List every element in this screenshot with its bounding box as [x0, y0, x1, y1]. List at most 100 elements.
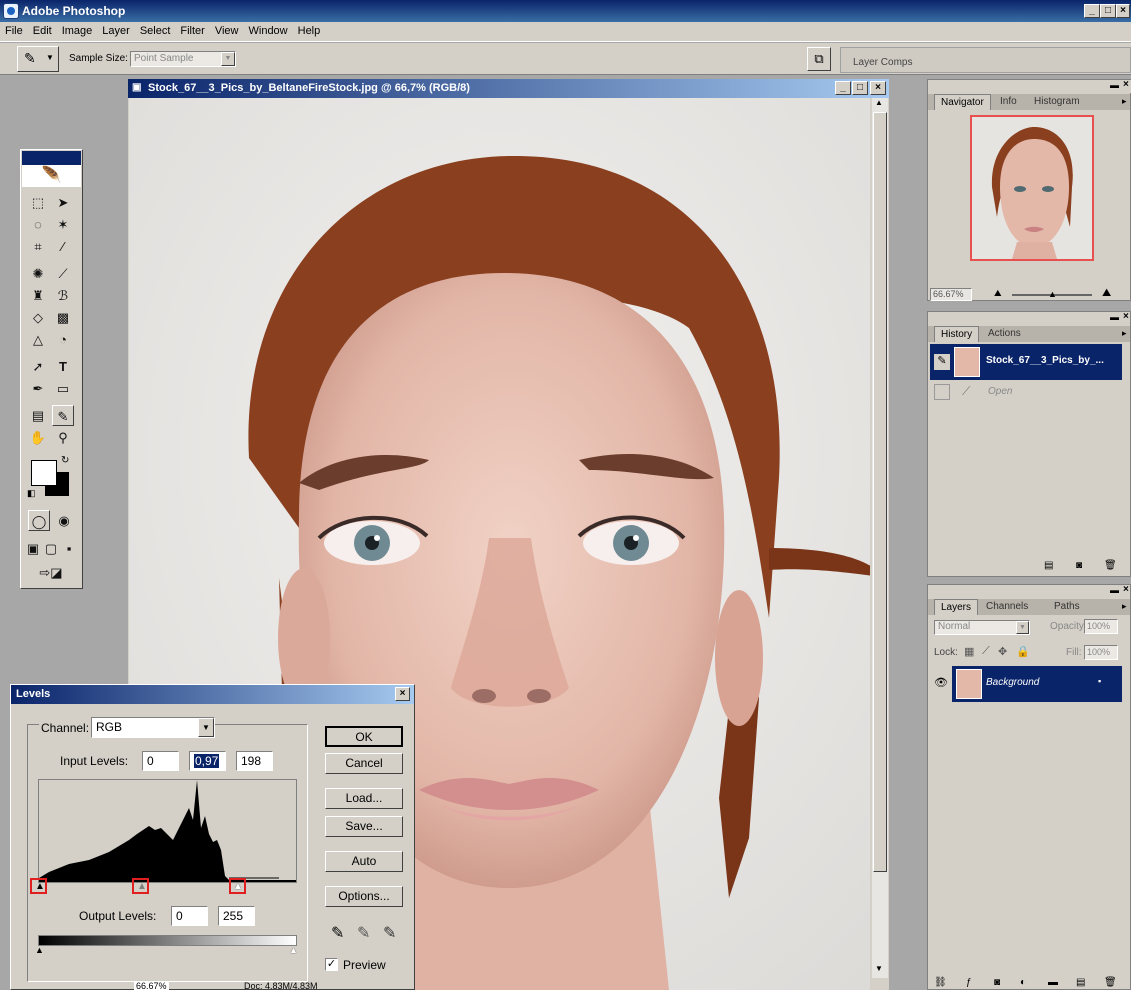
delete-layer-icon[interactable]: 🗑	[1104, 977, 1117, 988]
lasso-tool-icon[interactable]: ◌	[27, 214, 49, 235]
panel-title-bar[interactable]: ▬ ×	[928, 311, 1131, 325]
input-white-field[interactable]: 198	[236, 751, 273, 771]
scroll-thumb[interactable]	[873, 112, 887, 872]
panel-title-bar[interactable]: ▬ ×	[928, 584, 1131, 598]
history-brush-source-icon[interactable]: ✎	[934, 354, 950, 370]
menu-image[interactable]: Image	[57, 22, 98, 40]
crop-tool-icon[interactable]: ⌗	[27, 236, 49, 257]
input-gamma-field[interactable]: 0,97	[189, 751, 226, 771]
menu-edit[interactable]: Edit	[28, 22, 57, 40]
options-button[interactable]: Options...	[325, 886, 403, 907]
doc-minimize-button[interactable]: _	[835, 81, 851, 95]
load-button[interactable]: Load...	[325, 788, 403, 809]
marquee-tool-icon[interactable]: ⬚	[27, 192, 49, 213]
standard-screen-mode-icon[interactable]: ▣	[25, 538, 41, 559]
gradient-tool-icon[interactable]: ▩	[52, 307, 74, 328]
type-tool-icon[interactable]: T	[52, 356, 74, 377]
save-button[interactable]: Save...	[325, 816, 403, 837]
doc-maximize-button[interactable]: □	[852, 81, 868, 95]
adjustment-layer-icon[interactable]: ◐	[1020, 977, 1026, 988]
menu-select[interactable]: Select	[135, 22, 176, 40]
menu-file[interactable]: File	[0, 22, 28, 40]
zoom-out-icon[interactable]: ⛰	[994, 288, 1002, 299]
eye-icon[interactable]: 👁	[934, 676, 950, 692]
output-white-slider-icon[interactable]: ▲	[289, 945, 298, 955]
path-selection-tool-icon[interactable]: ➚	[27, 356, 49, 377]
restore-window-button[interactable]: □	[1100, 4, 1116, 18]
tab-paths[interactable]: Paths	[1048, 599, 1086, 615]
zoom-tool-icon[interactable]: ⚲	[52, 427, 74, 448]
minimize-icon[interactable]: ▬	[1110, 80, 1119, 90]
file-browser-icon[interactable]: ⧉	[807, 47, 831, 71]
move-tool-icon[interactable]: ➤	[52, 192, 74, 213]
feather-logo-icon[interactable]: 🪶	[22, 165, 81, 187]
fill-field[interactable]: 100%	[1084, 645, 1118, 660]
new-document-icon[interactable]: ▤	[1044, 560, 1053, 571]
close-icon[interactable]: ×	[1123, 79, 1129, 90]
minimize-icon[interactable]: ▬	[1110, 585, 1119, 595]
output-black-slider-icon[interactable]: ▲	[35, 945, 44, 955]
default-colors-icon[interactable]: ◧	[27, 488, 36, 499]
tab-histogram[interactable]: Histogram	[1028, 94, 1086, 110]
sample-size-select[interactable]: Point Sample ▼	[130, 51, 236, 67]
hand-tool-icon[interactable]: ✋	[27, 427, 49, 448]
toolbox-title-bar[interactable]	[22, 151, 81, 165]
eyedropper-tool-icon[interactable]: ✎	[52, 405, 74, 426]
zoom-in-icon[interactable]: ⛰	[1102, 287, 1111, 300]
rectangle-tool-icon[interactable]: ▭	[52, 378, 74, 399]
close-icon[interactable]: ×	[1123, 584, 1129, 595]
levels-close-button[interactable]: ×	[395, 687, 410, 701]
auto-button[interactable]: Auto	[325, 851, 403, 872]
tool-preset-picker[interactable]: ✎ ▼	[17, 46, 59, 72]
menu-window[interactable]: Window	[244, 22, 293, 40]
scroll-down-icon[interactable]: ▼	[875, 964, 883, 973]
slice-tool-icon[interactable]: ⁄	[52, 236, 74, 257]
lock-transparency-icon[interactable]: ▦	[964, 645, 974, 658]
new-group-icon[interactable]: ▬	[1048, 977, 1058, 988]
new-snapshot-icon[interactable]: ◙	[1076, 560, 1082, 571]
minimize-window-button[interactable]: _	[1084, 4, 1100, 18]
levels-title-bar[interactable]: Levels ×	[11, 685, 414, 704]
tab-actions[interactable]: Actions	[982, 326, 1027, 342]
full-screen-mode-icon[interactable]: ▪	[61, 538, 77, 559]
magic-wand-tool-icon[interactable]: ✶	[52, 214, 74, 235]
close-window-button[interactable]: ×	[1116, 4, 1130, 18]
white-eyedropper-icon[interactable]: ✎	[383, 923, 396, 943]
opacity-field[interactable]: 100%	[1084, 619, 1118, 634]
full-screen-menu-mode-icon[interactable]: ▢	[43, 538, 59, 559]
preview-checkbox[interactable]: ✓	[325, 958, 338, 971]
layer-style-icon[interactable]: ƒ	[966, 977, 972, 988]
menu-help[interactable]: Help	[293, 22, 326, 40]
document-vertical-scrollbar[interactable]: ▲ ▼	[872, 98, 888, 978]
trash-icon[interactable]: 🗑	[1104, 560, 1117, 571]
panel-menu-arrow-icon[interactable]: ▸	[1122, 96, 1127, 107]
menu-filter[interactable]: Filter	[175, 22, 209, 40]
layer-row[interactable]: 👁 Background ▪	[930, 666, 1122, 702]
history-snapshot-item[interactable]: ✎ Stock_67__3_Pics_by_...	[930, 344, 1122, 380]
history-brush-tool-icon[interactable]: ℬ	[52, 285, 74, 306]
gray-eyedropper-icon[interactable]: ✎	[357, 923, 370, 943]
cancel-button[interactable]: Cancel	[325, 753, 403, 774]
blur-tool-icon[interactable]: △	[27, 329, 49, 350]
clone-stamp-tool-icon[interactable]: ♜	[27, 285, 49, 306]
navigator-zoom-field[interactable]: 66.67%	[930, 288, 972, 301]
output-black-field[interactable]: 0	[171, 906, 208, 926]
lock-position-icon[interactable]: ✥	[998, 645, 1007, 658]
menu-layer[interactable]: Layer	[97, 22, 135, 40]
tab-navigator[interactable]: Navigator	[934, 94, 991, 110]
jump-to-imageready-icon[interactable]: ⇨◪	[31, 562, 71, 583]
standard-mode-icon[interactable]: ◯	[28, 510, 50, 531]
panel-title-bar[interactable]: ▬ ×	[928, 79, 1131, 93]
menu-view[interactable]: View	[210, 22, 244, 40]
doc-close-button[interactable]: ×	[870, 81, 886, 95]
minimize-icon[interactable]: ▬	[1110, 312, 1119, 322]
lock-all-icon[interactable]: 🔒	[1016, 645, 1030, 658]
navigator-thumbnail[interactable]	[970, 115, 1094, 261]
quick-mask-mode-icon[interactable]: ◉	[53, 510, 75, 531]
pen-tool-icon[interactable]: ✒	[27, 378, 49, 399]
channel-select[interactable]: RGB ▼	[91, 717, 215, 738]
scroll-up-icon[interactable]: ▲	[875, 98, 883, 107]
panel-menu-arrow-icon[interactable]: ▸	[1122, 328, 1127, 339]
tab-channels[interactable]: Channels	[980, 599, 1034, 615]
zoom-slider-thumb[interactable]: ▲	[1048, 289, 1057, 299]
